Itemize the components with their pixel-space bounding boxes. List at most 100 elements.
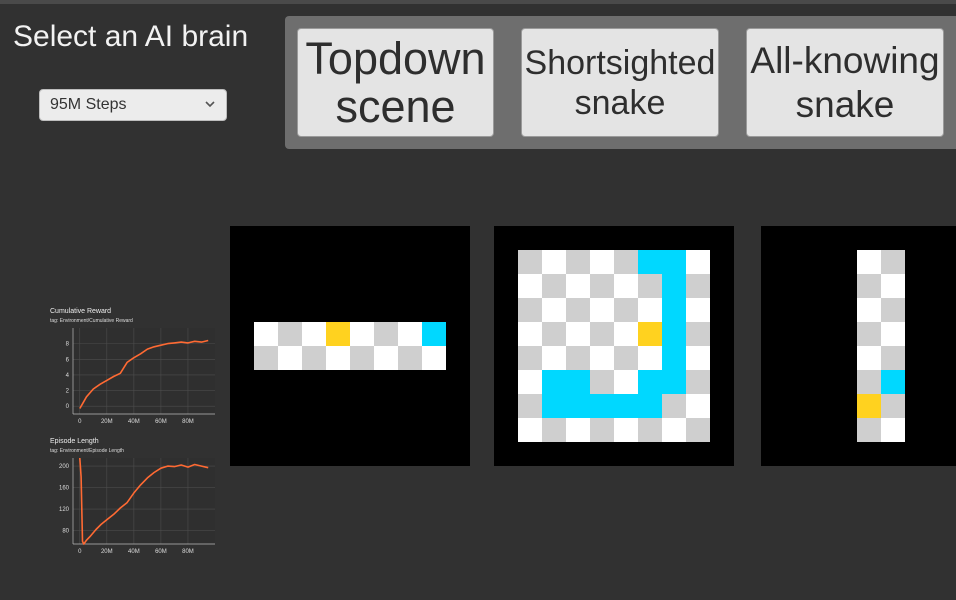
snake-tile	[662, 274, 686, 298]
scene-view-full-grid	[494, 226, 734, 466]
grid-tile	[686, 298, 710, 322]
grid-tile	[686, 418, 710, 442]
snake-tile	[542, 370, 566, 394]
grid-tile	[518, 394, 542, 418]
grid-tile	[590, 298, 614, 322]
grid-tile	[638, 418, 662, 442]
food-tile	[326, 322, 350, 346]
y-tick-label: 80	[62, 529, 69, 535]
cumulative-reward-plot: 0 20M 40M 60M 80M 0 2 4 6 8	[66, 328, 215, 425]
chart-title: Cumulative Reward	[50, 308, 112, 315]
x-tick-label: 20M	[101, 549, 113, 555]
grid-tile	[614, 274, 638, 298]
snake-tile	[614, 394, 638, 418]
grid-tile	[638, 346, 662, 370]
topdown-scene-button[interactable]: Topdown scene	[297, 28, 494, 137]
snake-tile	[881, 370, 905, 394]
snake-tile	[638, 370, 662, 394]
y-tick-label: 8	[66, 342, 70, 348]
grid-tile	[857, 370, 881, 394]
brain-select-value: 95M Steps	[50, 96, 127, 113]
grid-tile	[686, 346, 710, 370]
snake-tile	[590, 394, 614, 418]
top-edge-bar	[0, 0, 956, 4]
grid-tile	[398, 346, 422, 370]
grid-tile	[518, 274, 542, 298]
grid-tile	[881, 394, 905, 418]
snake-tile	[662, 370, 686, 394]
scene-view-vertical-strip	[761, 226, 956, 466]
grid-tile	[614, 298, 638, 322]
grid-tile	[542, 298, 566, 322]
snake-tile	[566, 370, 590, 394]
grid-tile	[857, 322, 881, 346]
grid-tile	[590, 250, 614, 274]
all-knowing-snake-button[interactable]: All-knowing snake	[746, 28, 944, 137]
y-tick-label: 0	[66, 404, 70, 410]
y-tick-label: 200	[59, 464, 70, 470]
grid-tile	[686, 394, 710, 418]
brain-select[interactable]: 95M Steps	[39, 89, 227, 121]
grid-tile	[614, 322, 638, 346]
snake-tile	[662, 346, 686, 370]
cumulative-reward-chart: Cumulative Reward tag: Environment/Cumul…	[47, 308, 222, 432]
grid-tile	[518, 322, 542, 346]
grid-tile	[566, 346, 590, 370]
x-tick-label: 0	[78, 549, 82, 555]
x-tick-label: 80M	[182, 419, 194, 425]
grid-tile	[542, 346, 566, 370]
x-tick-label: 0	[78, 419, 82, 425]
grid-tile	[350, 346, 374, 370]
x-tick-label: 20M	[101, 419, 113, 425]
grid-tile	[422, 346, 446, 370]
grid-tile	[881, 346, 905, 370]
snake-tile	[638, 394, 662, 418]
y-tick-label: 6	[66, 357, 70, 363]
grid-tile	[566, 274, 590, 298]
chevron-down-icon	[205, 101, 215, 108]
grid-tile	[881, 298, 905, 322]
grid-tile	[542, 418, 566, 442]
snake-tile	[542, 394, 566, 418]
grid-tile	[857, 250, 881, 274]
x-tick-label: 40M	[128, 419, 140, 425]
grid-tile	[590, 274, 614, 298]
episode-length-chart: Episode Length tag: Environment/Episode …	[47, 438, 222, 562]
button-label-line: snake	[795, 83, 895, 125]
food-tile	[638, 322, 662, 346]
grid-tile	[857, 298, 881, 322]
grid-tile	[518, 418, 542, 442]
grid-tile	[254, 346, 278, 370]
y-tick-label: 4	[66, 373, 70, 379]
grid-tile	[590, 418, 614, 442]
grid-tile	[566, 298, 590, 322]
button-label-line: Shortsighted	[524, 43, 716, 82]
grid-tile	[278, 346, 302, 370]
grid-tile	[857, 418, 881, 442]
grid-tile	[857, 346, 881, 370]
chart-title: Episode Length	[50, 438, 99, 445]
grid-tile	[518, 298, 542, 322]
button-label-line: Topdown	[305, 32, 486, 84]
shortsighted-snake-button[interactable]: Shortsighted snake	[521, 28, 719, 137]
x-tick-label: 60M	[155, 419, 167, 425]
grid-tile	[302, 322, 326, 346]
grid-tile	[881, 274, 905, 298]
grid-tile	[614, 418, 638, 442]
y-tick-label: 120	[59, 507, 70, 513]
grid-tile	[542, 274, 566, 298]
grid-tile	[542, 250, 566, 274]
grid-tile	[518, 250, 542, 274]
snake-tile	[662, 298, 686, 322]
scene-view-horizontal-strip	[230, 226, 470, 466]
button-label-line: All-knowing	[750, 39, 940, 81]
grid-tile	[614, 250, 638, 274]
button-label-line: snake	[574, 83, 666, 122]
grid-tile	[302, 346, 326, 370]
food-tile	[857, 394, 881, 418]
grid-tile	[614, 346, 638, 370]
grid-tile	[374, 322, 398, 346]
grid-tile	[398, 322, 422, 346]
grid-tile	[686, 322, 710, 346]
grid-tile	[518, 370, 542, 394]
